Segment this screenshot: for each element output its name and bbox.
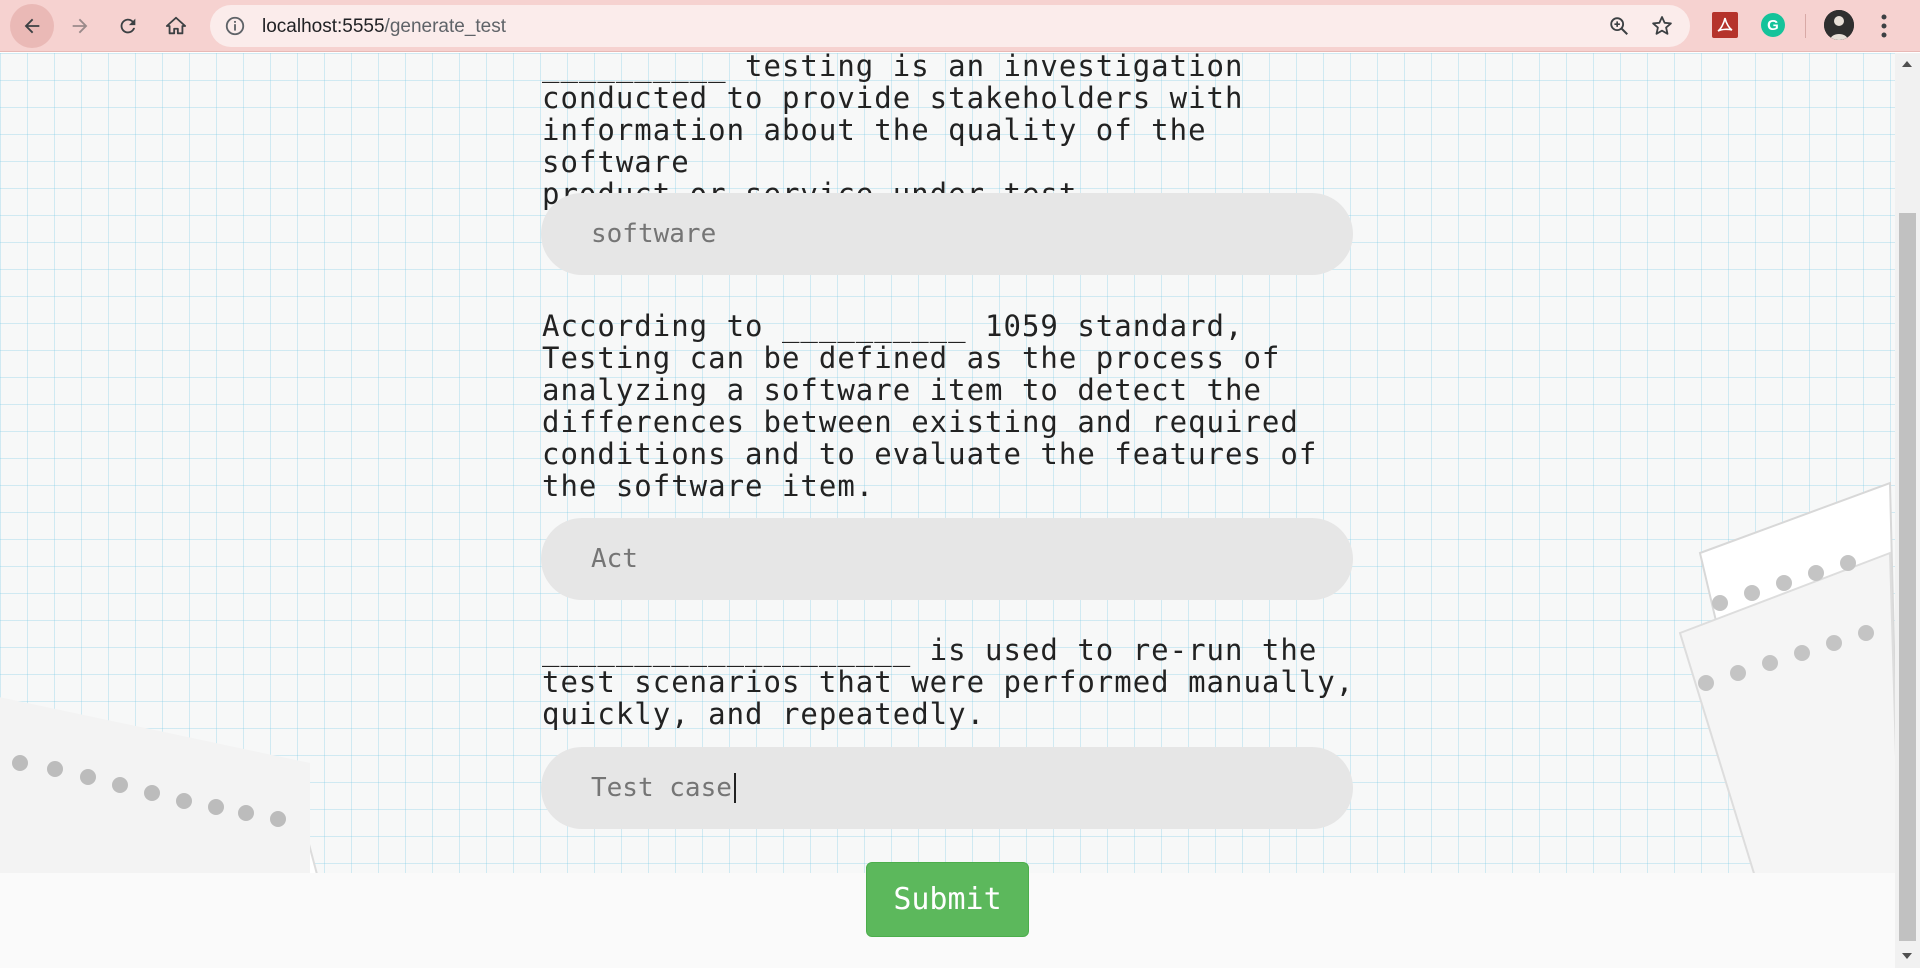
page-scrollbar[interactable]: [1895, 53, 1920, 968]
answer-value-3: Test case: [591, 773, 732, 803]
answer-input-2[interactable]: Act: [541, 518, 1353, 600]
submit-button[interactable]: Submit: [866, 862, 1029, 937]
url-path: /generate_test: [384, 16, 507, 37]
question-text-2: According to __________ 1059 standard, T…: [542, 309, 1318, 503]
text-caret: [733, 773, 736, 803]
svg-text:G: G: [1767, 17, 1779, 34]
toolbar-separator: [1805, 14, 1806, 38]
browser-toolbar: localhost:5555/generate_test G: [0, 0, 1920, 52]
address-bar[interactable]: localhost:5555/generate_test: [210, 5, 1690, 47]
home-icon: [165, 16, 187, 35]
scroll-up-arrow-icon[interactable]: [1902, 61, 1912, 67]
answer-value-1: software: [591, 219, 717, 249]
grammarly-icon[interactable]: G: [1760, 12, 1786, 38]
question-text-1: __________ testing is an investigation c…: [542, 49, 1244, 210]
profile-avatar[interactable]: [1824, 10, 1854, 40]
bookmark-star-icon[interactable]: [1650, 14, 1674, 38]
scroll-down-arrow-icon[interactable]: [1902, 953, 1912, 959]
arrow-right-icon: [72, 18, 88, 34]
zoom-icon[interactable]: [1608, 15, 1630, 37]
info-icon[interactable]: [224, 15, 246, 37]
torn-paper-decoration-right: [1678, 481, 1895, 893]
forward-button[interactable]: [58, 4, 102, 48]
reload-button[interactable]: [106, 4, 150, 48]
home-button[interactable]: [154, 4, 198, 48]
arrow-left-icon: [24, 18, 40, 34]
url-text[interactable]: localhost:5555/generate_test: [262, 16, 506, 38]
question-text-3: ____________________ is used to re-run t…: [542, 633, 1355, 731]
answer-input-1[interactable]: software: [541, 193, 1353, 275]
profile-icon: [1824, 10, 1854, 40]
reload-icon: [120, 18, 136, 34]
answer-input-3[interactable]: Test case: [541, 747, 1353, 829]
kebab-menu-icon[interactable]: [1880, 12, 1888, 40]
url-host: localhost:5555: [262, 16, 385, 37]
back-button[interactable]: [10, 4, 54, 48]
pdf-extension-icon[interactable]: [1712, 12, 1738, 38]
scrollbar-thumb[interactable]: [1899, 213, 1916, 941]
answer-value-2: Act: [591, 544, 638, 574]
